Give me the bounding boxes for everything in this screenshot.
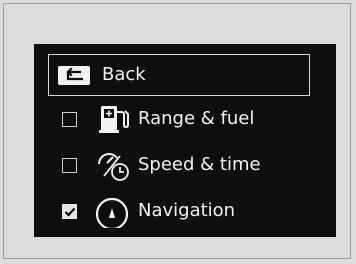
menu-item-navigation[interactable]: Navigation xyxy=(34,192,336,232)
menu-item-label: Speed & time xyxy=(138,154,261,175)
checkbox-range-fuel[interactable] xyxy=(62,112,77,127)
menu-item-label: Range & fuel xyxy=(138,108,255,129)
fuel-pump-icon xyxy=(99,106,129,133)
checkmark-icon xyxy=(64,207,75,217)
back-button[interactable]: Back xyxy=(48,54,310,96)
menu-item-speed-time[interactable]: Speed & time xyxy=(34,146,336,186)
menu-item-range-fuel[interactable]: Range & fuel xyxy=(34,100,336,140)
speed-time-icon xyxy=(98,153,129,181)
display-screen: Back Range & fuel Speed & time Navigatio… xyxy=(34,44,336,237)
back-icon xyxy=(58,66,90,85)
checkbox-navigation-checked[interactable] xyxy=(62,204,77,219)
back-label: Back xyxy=(102,64,146,85)
figure-frame: Back Range & fuel Speed & time Navigatio… xyxy=(3,3,351,259)
checkbox-speed-time[interactable] xyxy=(62,158,77,173)
navigation-compass-icon xyxy=(95,197,129,228)
menu-item-label: Navigation xyxy=(138,200,236,221)
